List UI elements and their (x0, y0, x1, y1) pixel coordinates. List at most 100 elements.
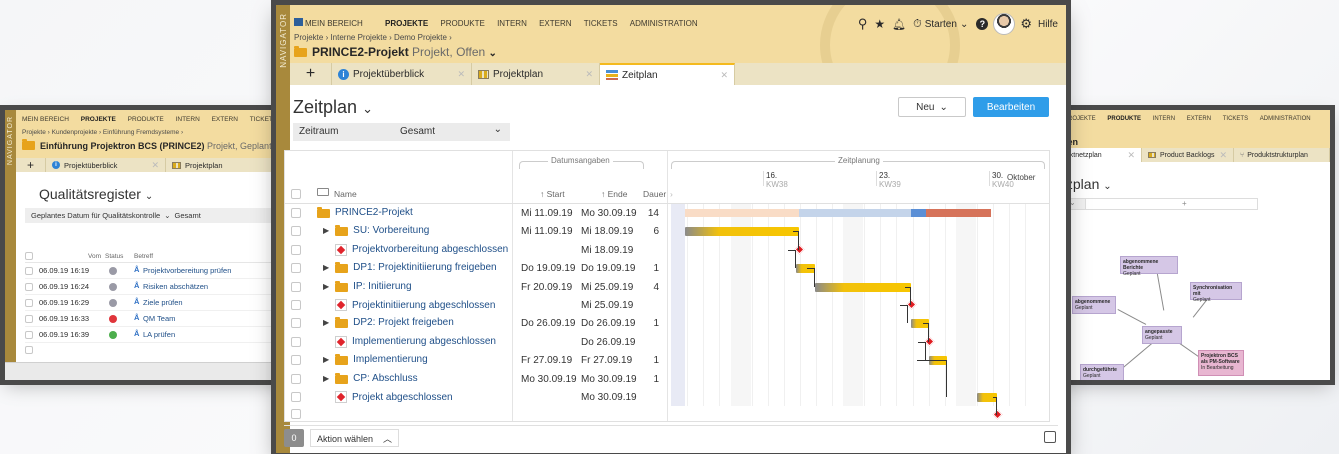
tab-projektplan[interactable]: Projektplan ✕ (472, 63, 600, 85)
col-betreff[interactable]: Betreff (134, 253, 153, 260)
network-card[interactable]: Synchronisation mit Geplant (1190, 282, 1242, 303)
zeitraum-filter[interactable]: Zeitraum Gesamt ⌄ (293, 123, 510, 141)
menu-item[interactable]: INTERN (176, 116, 200, 123)
row-checkbox[interactable] (25, 283, 33, 291)
starten-button[interactable]: Starten (925, 19, 957, 30)
help-icon[interactable]: ? (976, 18, 989, 30)
row-checkbox[interactable] (25, 299, 33, 307)
navigator-strip[interactable]: NAVIGATOR (5, 110, 16, 380)
tab-produktstrukturplan[interactable]: ⑂ Produktstrukturplan (1234, 148, 1330, 162)
row-checkbox[interactable] (25, 346, 33, 354)
row-checkbox[interactable] (291, 373, 301, 384)
row-checkbox[interactable] (291, 355, 301, 366)
row-name[interactable]: Implementierung (353, 354, 427, 365)
network-card[interactable]: durchgeführte Geplant (1080, 364, 1124, 380)
hilfe-link[interactable]: Hilfe (1038, 19, 1058, 30)
row-checkbox[interactable] (291, 263, 301, 274)
new-tab-button[interactable]: + (16, 158, 46, 172)
menu-item[interactable]: PROJEKTE (1064, 116, 1096, 122)
row-checkbox[interactable] (25, 267, 33, 275)
row-name[interactable]: Projektvorbereitung abgeschlossen (352, 244, 508, 255)
row-name[interactable]: IP: Initiierung (353, 281, 411, 292)
new-tab-button[interactable]: + (290, 63, 332, 85)
network-card[interactable]: angepasste Geplant (1142, 326, 1182, 344)
row-subject[interactable]: Risiken abschätzen (143, 282, 208, 291)
chevron-down-icon[interactable]: ⌄ (1103, 181, 1111, 192)
tab-product-backlogs[interactable]: Product Backlogs ✕ (1142, 148, 1234, 162)
select-all-checkbox[interactable] (291, 189, 301, 199)
avatar[interactable] (993, 13, 1016, 35)
task-bar[interactable] (815, 282, 911, 292)
menu-item[interactable]: INTERN (497, 19, 527, 28)
bearbeiten-button[interactable]: Bearbeiten (973, 97, 1049, 117)
network-card[interactable]: Projektron BCS als PM-Software In Bearbei… (1198, 350, 1244, 376)
row-name[interactable]: DP1: Projektinitiierung freigeben (353, 262, 496, 273)
filter-bar[interactable]: Geplantes Datum für Qualitätskontrolle ⌄ G… (25, 208, 285, 223)
breadcrumb[interactable]: Projekte › Kundenprojekte › Einführung F… (22, 129, 183, 136)
menu-item[interactable]: MEIN BEREICH (22, 116, 69, 123)
tab-produktnetzplan[interactable]: duktnetzplan ✕ (1060, 148, 1142, 162)
menu-item[interactable]: PROJEKTE (81, 116, 116, 123)
menu-item[interactable]: MEIN BEREICH (294, 18, 373, 28)
chevron-down-icon[interactable]: ⌄ (145, 191, 153, 202)
row-subject[interactable]: LA prüfen (143, 330, 175, 339)
select-all-checkbox[interactable] (25, 252, 33, 260)
close-icon[interactable]: ✕ (1127, 150, 1135, 161)
row-checkbox[interactable] (291, 336, 301, 347)
page-title[interactable]: tzplan ⌄ (1062, 176, 1112, 192)
expand-triangle-icon[interactable]: ▶ (323, 355, 329, 364)
close-icon[interactable]: ✕ (457, 69, 465, 80)
col-status[interactable]: Status (105, 253, 123, 260)
tab-projektueberblick[interactable]: i Projektüberblick ✕ (46, 158, 166, 172)
expand-triangle-icon[interactable]: ▶ (323, 282, 329, 291)
menu-item[interactable]: PRODUKTE (440, 19, 484, 28)
menu-item[interactable]: PRODUKTE (128, 116, 164, 123)
menu-item[interactable]: INTERN (1153, 116, 1175, 122)
table-row[interactable]: 06.09.19 16:33 Å QM Team (25, 311, 295, 327)
menu-item[interactable]: TICKETS (1223, 116, 1248, 122)
row-name[interactable]: DP2: Projekt freigeben (353, 317, 454, 328)
menu-item[interactable]: PROJEKTE (385, 19, 428, 28)
chevron-down-icon[interactable]: ⌄ (489, 48, 497, 59)
col-start[interactable]: ↑ Start (540, 189, 565, 199)
menu-item[interactable]: EXTERN (539, 19, 571, 28)
table-row[interactable]: 06.09.19 16:29 Å Ziele prüfen (25, 295, 295, 311)
close-icon[interactable]: ✕ (585, 69, 593, 80)
add-icon[interactable]: + (1182, 199, 1187, 208)
row-name[interactable]: PRINCE2-Projekt (335, 207, 413, 218)
row-checkbox[interactable] (291, 244, 301, 255)
col-ende[interactable]: ↑ Ende (601, 189, 627, 199)
task-bar[interactable] (685, 227, 799, 237)
summary-bar[interactable] (911, 209, 926, 217)
row-name[interactable]: Projekt abgeschlossen (352, 392, 453, 403)
table-row[interactable]: 06.09.19 16:39 Å LA prüfen (25, 327, 295, 343)
chevron-down-icon[interactable]: ⌄ (362, 101, 373, 116)
menu-item[interactable]: ADMINISTRATION (1260, 116, 1311, 122)
action-select[interactable]: Aktion wählen ︿ (310, 429, 400, 447)
table-row[interactable]: 06.09.19 16:24 Å Risiken abschätzen (25, 279, 295, 295)
right-filter-bar[interactable]: ⌄ + (1062, 198, 1258, 210)
star-icon[interactable]: ★ (874, 17, 885, 31)
page-title[interactable]: Qualitätsregister ⌄ (39, 186, 153, 202)
row-checkbox[interactable] (291, 281, 301, 292)
row-checkbox[interactable] (25, 331, 33, 339)
row-checkbox[interactable] (291, 208, 301, 218)
chevron-down-icon[interactable]: ⌄ (960, 19, 968, 30)
tab-zeitplan[interactable]: Zeitplan ✕ (600, 63, 735, 85)
summary-bar[interactable] (685, 209, 799, 217)
row-checkbox[interactable] (291, 300, 301, 310)
menu-item[interactable]: EXTERN (1187, 116, 1211, 122)
col-vom[interactable]: Vom (88, 253, 101, 260)
close-icon[interactable]: ✕ (1219, 150, 1227, 161)
table-row[interactable]: 06.09.19 16:19 Å Projektvorbereitung prü… (25, 263, 295, 279)
col-name[interactable]: Name (334, 189, 357, 199)
row-subject[interactable]: Ziele prüfen (143, 298, 183, 307)
row-checkbox[interactable] (25, 315, 33, 323)
expand-triangle-icon[interactable]: ▶ (323, 226, 329, 235)
menu-item[interactable]: EXTERN (212, 116, 238, 123)
page-title[interactable]: Zeitplan ⌄ (293, 97, 373, 118)
bell-icon[interactable]: 🔔︎ (892, 18, 906, 31)
menu-item[interactable]: PRODUKTE (1107, 116, 1141, 122)
row-name[interactable]: Projektinitiierung abgeschlossen (352, 300, 495, 311)
breadcrumb[interactable]: Projekte › Interne Projekte › Demo Proje… (294, 33, 452, 42)
